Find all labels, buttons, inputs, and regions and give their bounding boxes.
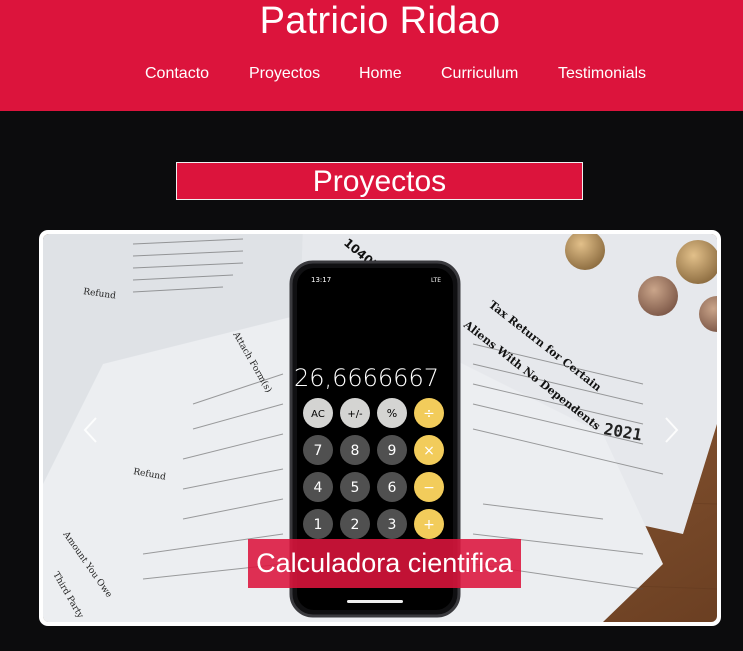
svg-text:9: 9 [388,443,397,459]
svg-text:+: + [423,517,435,533]
svg-text:%: % [387,407,397,420]
section-title: Proyectos [176,162,583,200]
nav-link-contacto[interactable]: Contacto [145,64,209,84]
nav-link-curriculum[interactable]: Curriculum [441,64,518,84]
svg-text:AC: AC [311,409,325,420]
svg-text:1: 1 [314,517,323,533]
svg-text:8: 8 [351,443,360,459]
svg-text:−: − [423,480,435,496]
chevron-left-icon [83,417,97,443]
projects-carousel: Refund Refund Amount You Owe Third Party… [39,230,721,626]
chevron-right-icon [665,417,679,443]
svg-text:3: 3 [388,517,397,533]
svg-text:6: 6 [388,480,397,496]
svg-text:13:17: 13:17 [311,276,331,284]
site-header: Patricio Ridao Contacto Proyectos Home C… [0,0,743,111]
main-nav: Contacto Proyectos Home Curriculum Testi… [0,64,743,86]
svg-text:26,6666667: 26,6666667 [294,364,439,392]
nav-link-proyectos[interactable]: Proyectos [249,64,320,84]
site-title: Patricio Ridao [259,0,501,42]
nav-link-testimonials[interactable]: Testimonials [558,64,646,84]
svg-text:7: 7 [314,443,323,459]
svg-text:÷: ÷ [423,406,435,422]
carousel-prev-button[interactable] [79,415,105,445]
carousel-slide[interactable]: Refund Refund Amount You Owe Third Party… [43,234,717,622]
nav-link-home[interactable]: Home [359,64,402,84]
slide-caption[interactable]: Calculadora cientifica [248,539,521,588]
svg-text:+/-: +/- [347,409,363,420]
svg-text:×: × [423,443,435,459]
svg-text:2: 2 [351,517,360,533]
svg-text:4: 4 [314,480,323,496]
svg-text:5: 5 [351,480,360,496]
carousel-next-button[interactable] [657,415,683,445]
svg-text:LTE: LTE [431,277,441,284]
